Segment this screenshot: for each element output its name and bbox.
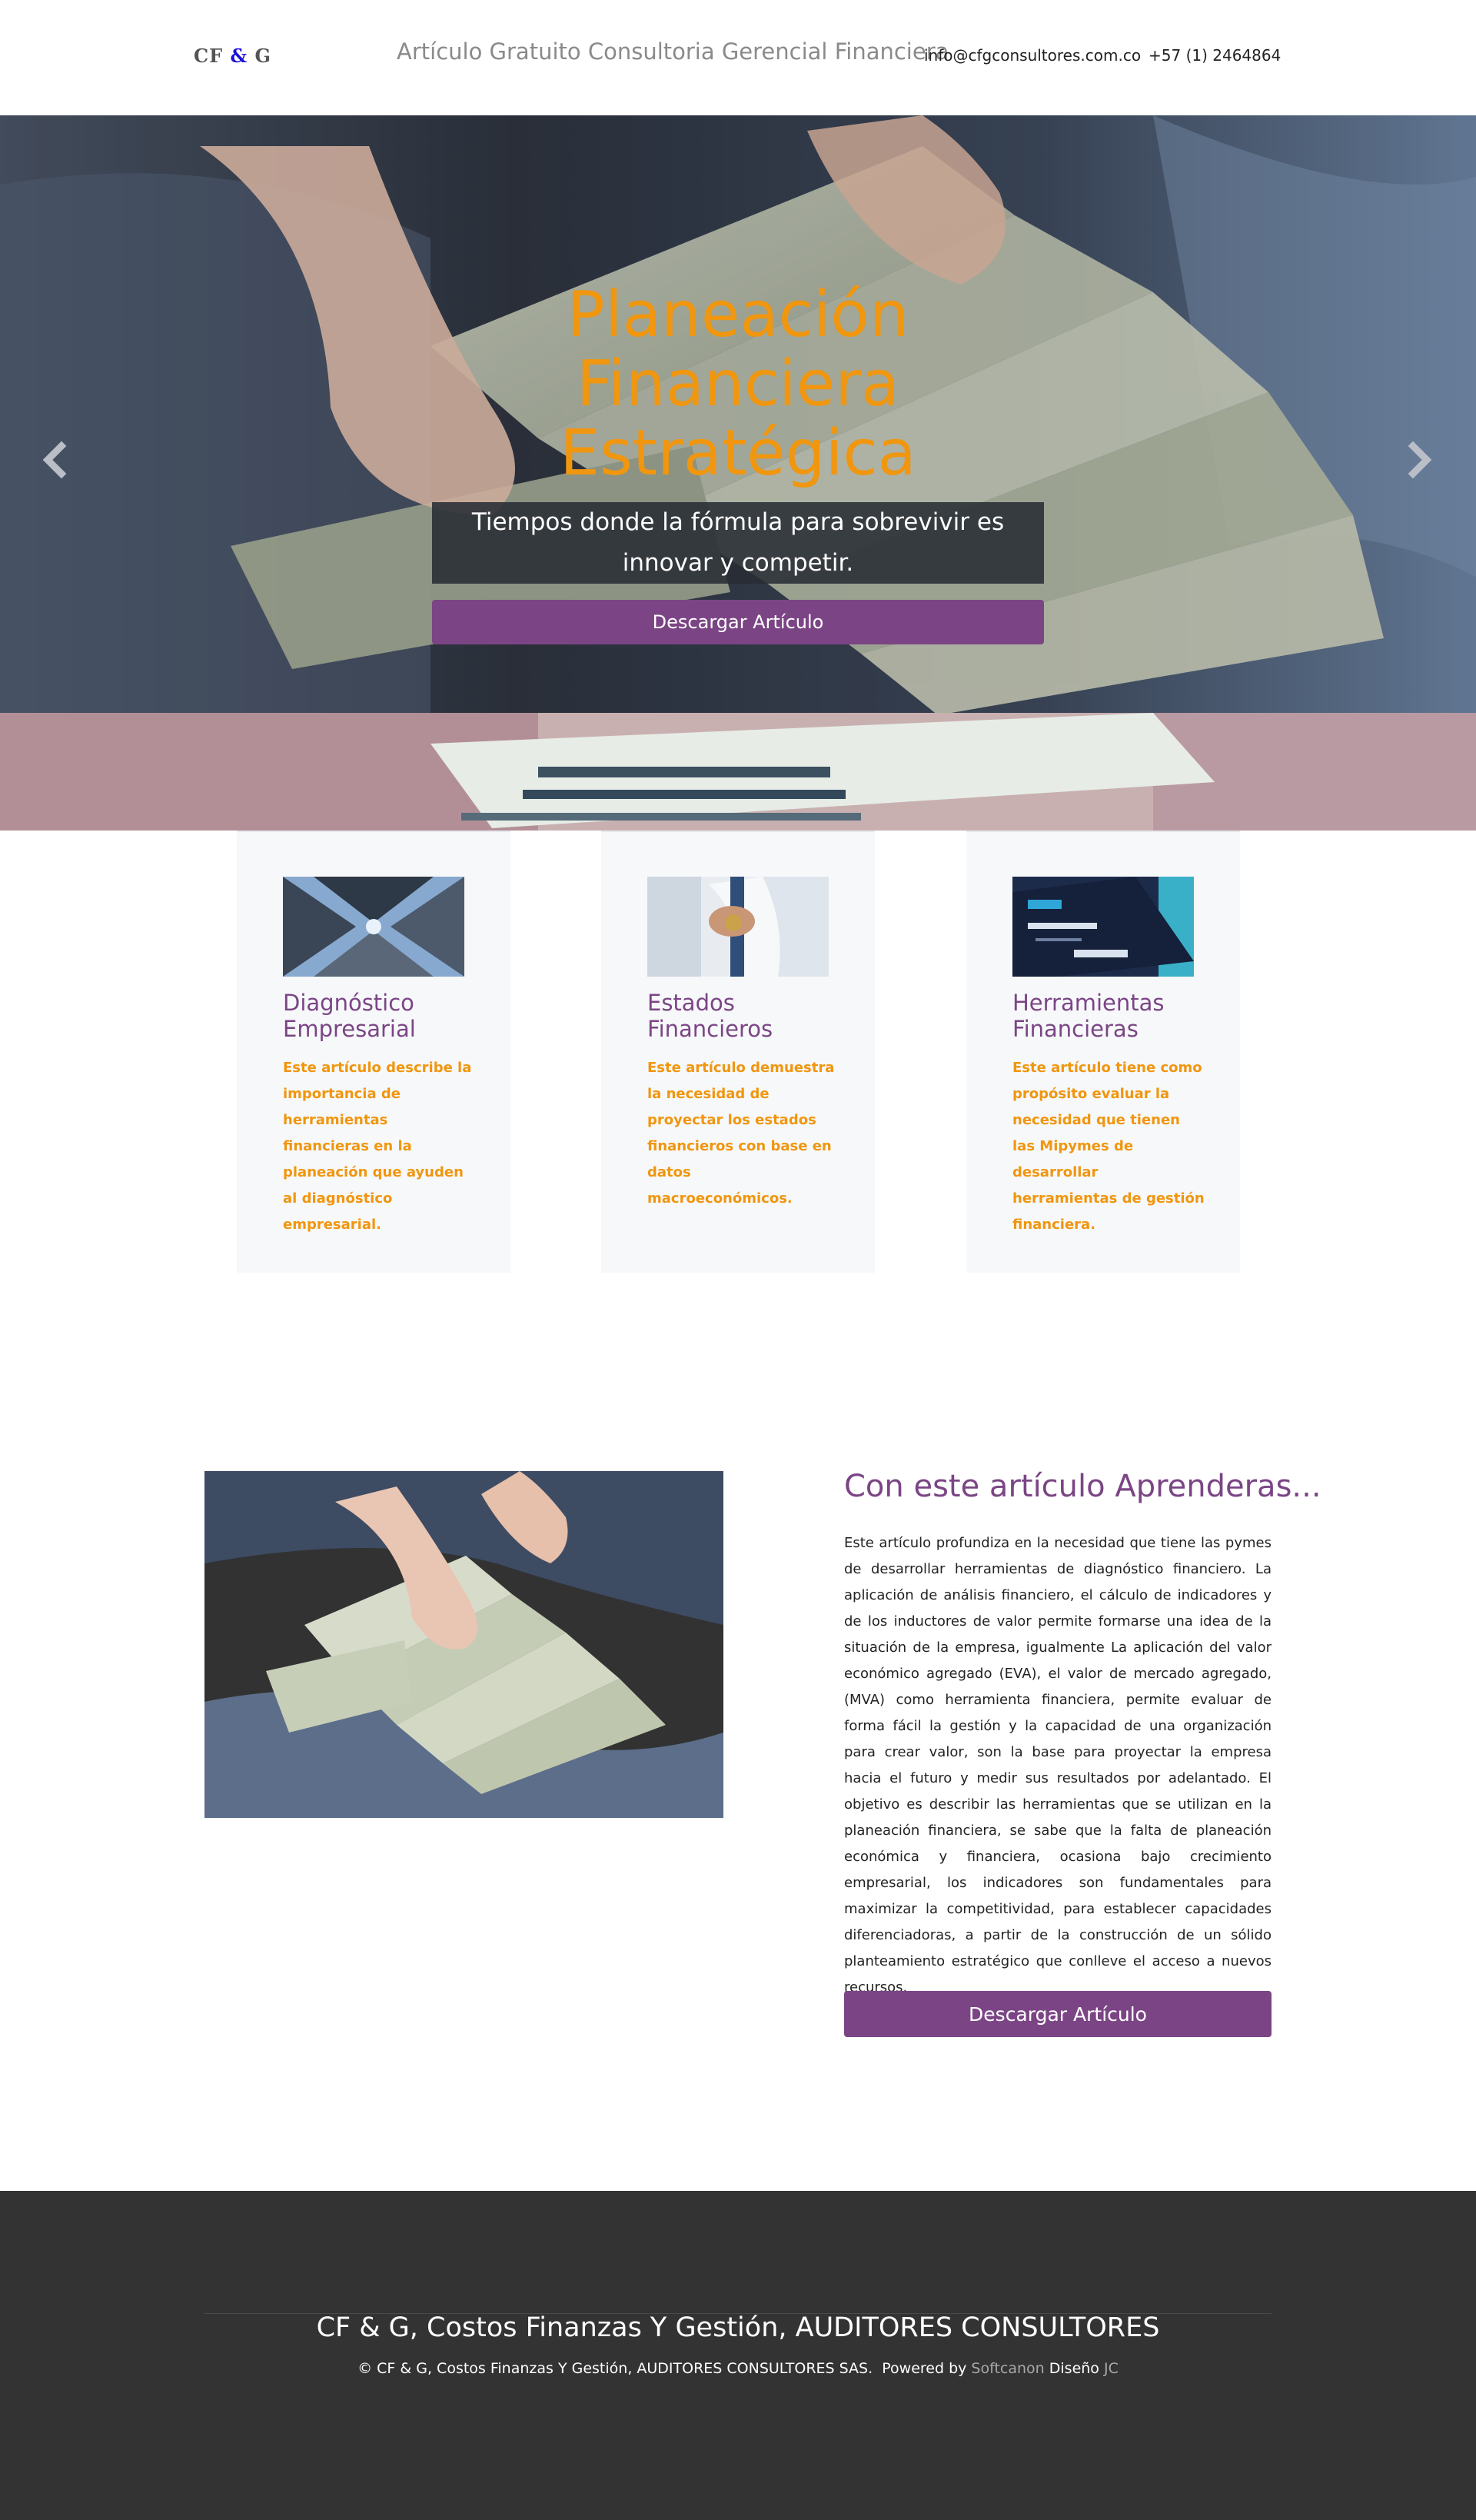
logo-text-right: G bbox=[254, 45, 272, 67]
skyscrapers-image bbox=[283, 877, 464, 977]
chevron-right-icon bbox=[1408, 441, 1432, 479]
site-footer: CF & G, Costos Finanzas Y Gestión, AUDIT… bbox=[0, 2191, 1476, 2520]
card-title: Herramientas Financieras bbox=[1012, 990, 1165, 1042]
feature-card: Estados Financieros Este artículo demues… bbox=[601, 831, 875, 1273]
copyright-text: © CF & G, Costos Finanzas Y Gestión, AUD… bbox=[357, 2360, 873, 2377]
brand-logo[interactable]: CF & G bbox=[194, 45, 271, 67]
card-title: Diagnóstico Empresarial bbox=[283, 990, 416, 1042]
logo-ampersand: & bbox=[230, 45, 248, 67]
hero-carousel: Planeación Financiera Estratégica Tiempo… bbox=[0, 115, 1476, 831]
article-download-button[interactable]: Descargar Artículo bbox=[844, 1991, 1272, 2037]
carousel-next-arrow[interactable] bbox=[1396, 437, 1442, 483]
chevron-left-icon bbox=[42, 441, 67, 479]
site-title: Artículo Gratuito Consultoria Gerencial … bbox=[397, 38, 949, 65]
phone-link[interactable]: +57 (1) 2464864 bbox=[1149, 46, 1281, 65]
article-body: Este artículo profundiza en la necesidad… bbox=[844, 1535, 1272, 1996]
powered-by-link[interactable]: Softcanon bbox=[971, 2360, 1044, 2377]
site-header: CF & G Artículo Gratuito Consultoria Ger… bbox=[0, 0, 1476, 115]
article-title: Con este artículo Aprenderas... bbox=[844, 1469, 1321, 1504]
card-text: Este artículo tiene como propósito evalu… bbox=[1012, 1060, 1205, 1233]
feature-card: Herramientas Financieras Este artículo t… bbox=[966, 831, 1240, 1273]
logo-text-left: CF bbox=[194, 45, 224, 67]
hero-download-button[interactable]: Descargar Artículo bbox=[432, 600, 1044, 644]
card-text: Este artículo demuestra la necesidad de … bbox=[647, 1060, 835, 1207]
footer-copyright: © CF & G, Costos Finanzas Y Gestión, AUD… bbox=[0, 2360, 1476, 2377]
carousel-prev-arrow[interactable] bbox=[32, 437, 78, 483]
businessman-watch-image bbox=[647, 877, 829, 977]
designer-link[interactable]: JC bbox=[1104, 2360, 1119, 2377]
powered-label: Powered by bbox=[882, 2360, 967, 2377]
email-link[interactable]: info@cfgconsultores.com.co bbox=[924, 46, 1141, 65]
hero-title: Planeación Financiera Estratégica bbox=[430, 281, 1046, 488]
design-label: Diseño bbox=[1049, 2360, 1099, 2377]
money-fan-image bbox=[204, 1471, 723, 1818]
stock-phone-image bbox=[1012, 877, 1194, 977]
hero-title-line: Planeación bbox=[567, 278, 909, 351]
feature-card: Diagnóstico Empresarial Este artículo de… bbox=[237, 831, 510, 1273]
footer-title: CF & G, Costos Finanzas Y Gestión, AUDIT… bbox=[316, 2312, 1160, 2343]
hero-subtitle: Tiempos donde la fórmula para sobrevivir… bbox=[432, 502, 1044, 584]
card-text: Este artículo describe la importancia de… bbox=[283, 1060, 472, 1233]
hero-title-line: Financiera bbox=[576, 348, 900, 421]
hero-title-line: Estratégica bbox=[560, 417, 916, 490]
card-title: Estados Financieros bbox=[647, 990, 773, 1042]
hero-lower-photo-strip bbox=[0, 713, 1476, 831]
